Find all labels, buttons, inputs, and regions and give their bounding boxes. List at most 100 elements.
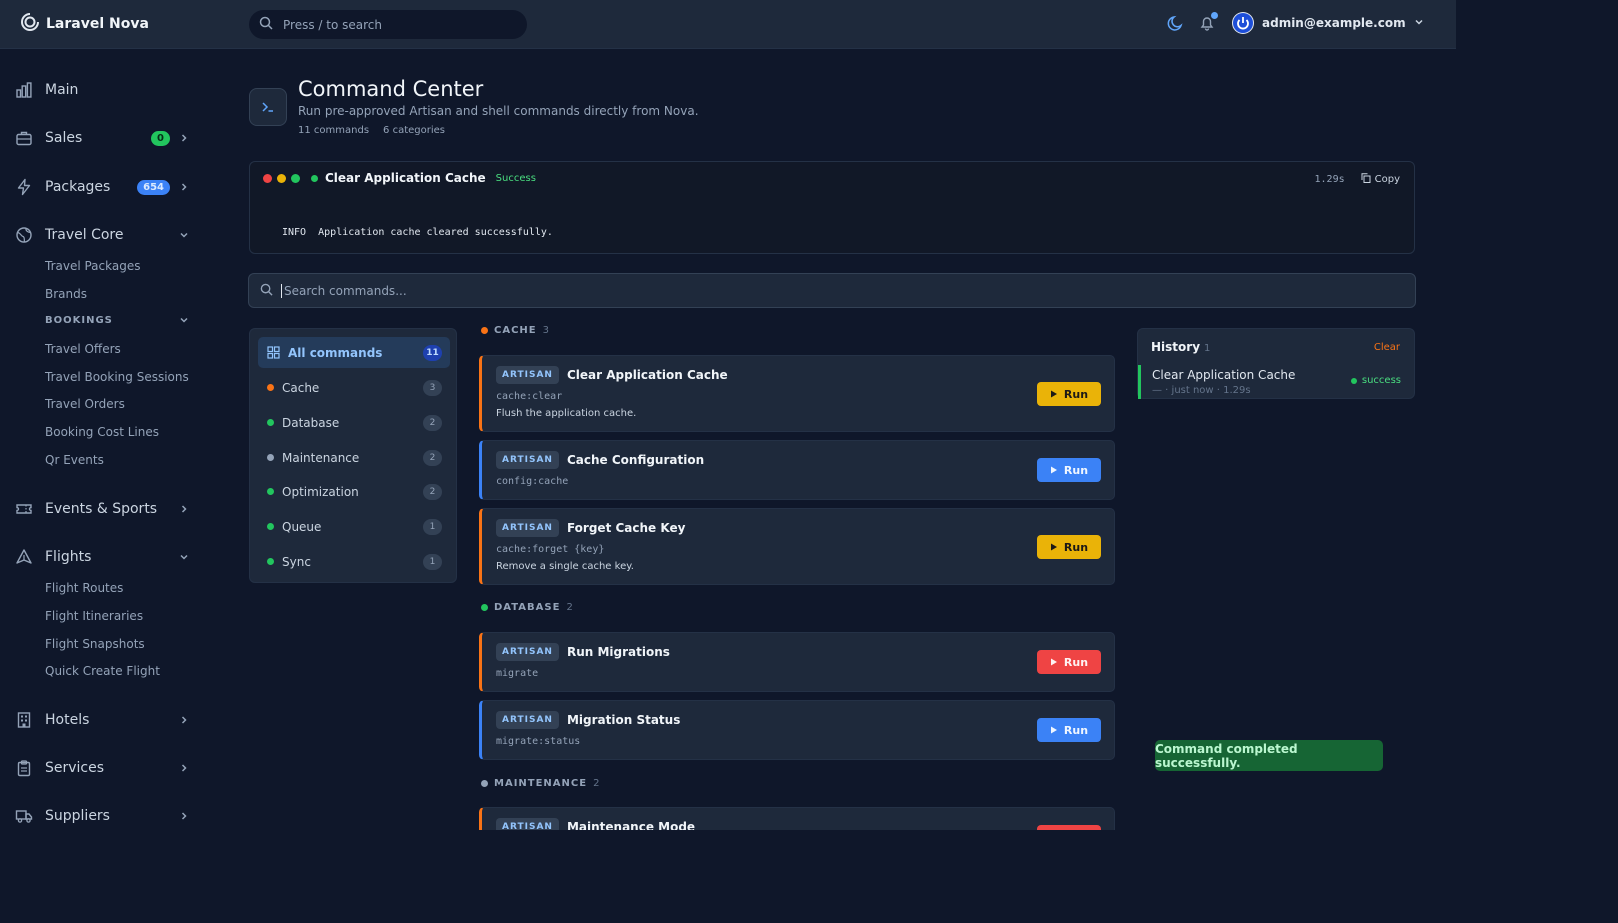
sidebar-item-travel-offers[interactable]: Travel Offers (45, 342, 121, 356)
chevron-right-icon (178, 503, 190, 515)
plane-icon (14, 547, 34, 567)
sidebar-item-flight-snapshots[interactable]: Flight Snapshots (45, 637, 145, 651)
user-menu[interactable]: admin@example.com (1232, 12, 1424, 34)
sidebar-item-flight-itineraries[interactable]: Flight Itineraries (45, 609, 143, 623)
history-item-name: Clear Application Cache (1152, 368, 1296, 382)
command-type-tag: ARTISAN (496, 711, 559, 729)
category-all[interactable]: All commands 11 (258, 337, 450, 368)
brand[interactable]: Laravel Nova (20, 12, 149, 36)
category-queue[interactable]: Queue 1 (258, 511, 450, 542)
packages-count-badge: 654 (137, 179, 170, 195)
command-type-tag: ARTISAN (496, 366, 559, 384)
category-optimization[interactable]: Optimization 2 (258, 476, 450, 507)
history-clear-button[interactable]: Clear (1374, 342, 1400, 353)
search-icon (259, 16, 273, 33)
sidebar-group-sales[interactable]: Sales 0 (14, 128, 190, 148)
sidebar-group-packages[interactable]: Packages 654 (14, 177, 190, 197)
category-label: Queue (282, 519, 322, 534)
sidebar-group-services[interactable]: Services (14, 758, 190, 778)
category-sync[interactable]: Sync 1 (258, 546, 450, 577)
category-database[interactable]: Database 2 (258, 407, 450, 438)
sidebar-group-label: Packages (45, 179, 111, 195)
sidebar-group-hotels[interactable]: Hotels (14, 710, 190, 730)
copy-icon (1361, 173, 1371, 186)
run-button[interactable]: Run (1037, 458, 1101, 482)
run-button[interactable]: Run (1037, 718, 1101, 742)
category-count: 11 (423, 344, 442, 361)
sidebar-group-flights[interactable]: Flights (14, 547, 190, 567)
command-card: ARTISAN Clear Application Cache cache:cl… (479, 355, 1115, 432)
global-search-input[interactable]: Press / to search (249, 10, 527, 39)
command-card: ARTISAN Run Migrations migrate Run (479, 632, 1115, 692)
category-dot (267, 419, 274, 426)
bookings-heading: BOOKINGS (45, 314, 113, 326)
command-signature: migrate:status (496, 736, 581, 747)
section-name: CACHE (494, 325, 537, 336)
search-icon (260, 283, 273, 299)
command-search-placeholder: Search commands... (284, 283, 407, 298)
run-button[interactable]: Run (1037, 382, 1101, 406)
sidebar-item-brands[interactable]: Brands (45, 287, 87, 301)
nova-logo-icon (20, 12, 40, 36)
history-title-text: History (1151, 340, 1201, 354)
run-label: Run (1063, 540, 1089, 554)
run-button[interactable]: Run (1037, 535, 1101, 559)
sidebar-item-quick-create-flight[interactable]: Quick Create Flight (45, 664, 160, 678)
chevron-down-icon (178, 314, 190, 326)
command-signature: cache:clear (496, 391, 563, 402)
run-button[interactable] (1037, 825, 1101, 830)
category-dot (267, 523, 274, 530)
play-icon (1050, 656, 1058, 669)
play-icon (1050, 724, 1058, 737)
commands-count: 11 commands (298, 125, 370, 136)
status-dot (311, 174, 318, 182)
category-cache[interactable]: Cache 3 (258, 372, 450, 403)
theme-toggle-moon-icon[interactable] (1165, 12, 1187, 34)
sidebar-group-travel-core[interactable]: Travel Core (14, 225, 190, 245)
sidebar-group-events-sports[interactable]: Events & Sports (14, 499, 190, 519)
category-dot (267, 384, 274, 391)
sidebar-item-flight-routes[interactable]: Flight Routes (45, 581, 123, 595)
copy-label: Copy (1374, 174, 1400, 185)
sidebar-group-main[interactable]: Main (14, 80, 190, 100)
success-toast[interactable]: Command completed successfully. (1155, 740, 1383, 771)
sidebar-subgroup-bookings[interactable]: BOOKINGS (45, 314, 190, 326)
sidebar-item-travel-orders[interactable]: Travel Orders (45, 397, 125, 411)
category-dot (267, 558, 274, 565)
section-name: DATABASE (494, 602, 561, 613)
command-signature: migrate (496, 668, 539, 679)
terminal-title: Clear Application Cache (325, 171, 486, 185)
category-count: 1 (423, 553, 442, 570)
user-email: admin@example.com (1262, 16, 1406, 30)
categories-count: 6 categories (383, 125, 445, 136)
section-dot (481, 327, 488, 334)
sidebar-item-travel-booking-sessions[interactable]: Travel Booking Sessions (45, 370, 189, 384)
run-button[interactable]: Run (1037, 650, 1101, 674)
text-caret (281, 283, 282, 298)
output-level: INFO (282, 227, 307, 238)
category-dot (267, 488, 274, 495)
section-heading-cache: CACHE 3 (481, 325, 550, 336)
sidebar-group-label: Flights (45, 549, 92, 565)
clipboard-icon (14, 758, 34, 778)
lightning-icon (14, 177, 34, 197)
category-label: Database (282, 415, 340, 430)
sidebar-group-suppliers[interactable]: Suppliers (14, 806, 190, 826)
section-count: 2 (593, 778, 601, 789)
command-card: ARTISAN Forget Cache Key cache:forget {k… (479, 508, 1115, 585)
copy-button[interactable]: Copy (1361, 173, 1400, 186)
sidebar-item-qr-events[interactable]: Qr Events (45, 453, 104, 467)
section-count: 3 (542, 325, 550, 336)
ticket-icon (14, 499, 34, 519)
category-label: Optimization (282, 484, 359, 499)
run-label: Run (1063, 463, 1089, 477)
terminal-duration: 1.29s (1314, 174, 1345, 185)
command-search-input[interactable]: Search commands... (248, 273, 1416, 308)
notifications-bell-icon[interactable] (1196, 12, 1218, 34)
sidebar-item-booking-cost-lines[interactable]: Booking Cost Lines (45, 425, 159, 439)
sidebar-item-travel-packages[interactable]: Travel Packages (45, 259, 140, 273)
command-signature: config:cache (496, 476, 569, 487)
category-maintenance[interactable]: Maintenance 2 (258, 442, 450, 473)
history-item[interactable]: Clear Application Cache — · just now · 1… (1138, 365, 1414, 399)
terminal-output-panel: Clear Application Cache Success 1.29s Co… (249, 161, 1415, 254)
